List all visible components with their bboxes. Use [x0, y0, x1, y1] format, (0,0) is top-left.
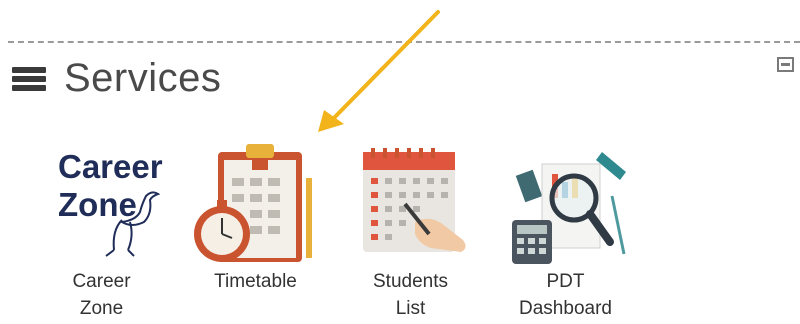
students-list-icon — [343, 138, 478, 266]
clipboard-stopwatch-icon — [194, 144, 312, 262]
hamburger-icon[interactable] — [12, 62, 48, 94]
service-pdt-dashboard[interactable]: PDT Dashboard — [498, 138, 633, 322]
heron-icon — [105, 191, 161, 257]
career-zone-logo: Career Zone — [34, 138, 169, 266]
pdt-dashboard-label: PDT Dashboard — [519, 271, 612, 319]
panel-header: Services — [12, 52, 221, 104]
service-career-zone[interactable]: Career Zone Career Zone — [34, 138, 169, 322]
panel-title: Services — [64, 56, 222, 100]
career-zone-label: Career Zone — [72, 271, 131, 319]
service-students-list[interactable]: Students List — [343, 138, 478, 322]
timetable-icon — [188, 138, 323, 266]
calculator-magnifier-icon — [512, 152, 626, 264]
calendar-hand-icon — [363, 148, 466, 252]
service-timetable[interactable]: Timetable — [188, 138, 323, 295]
timetable-label: Timetable — [214, 271, 297, 292]
students-list-label: Students List — [373, 271, 448, 319]
collapse-icon[interactable] — [777, 57, 794, 72]
pdt-dashboard-icon — [498, 138, 633, 266]
